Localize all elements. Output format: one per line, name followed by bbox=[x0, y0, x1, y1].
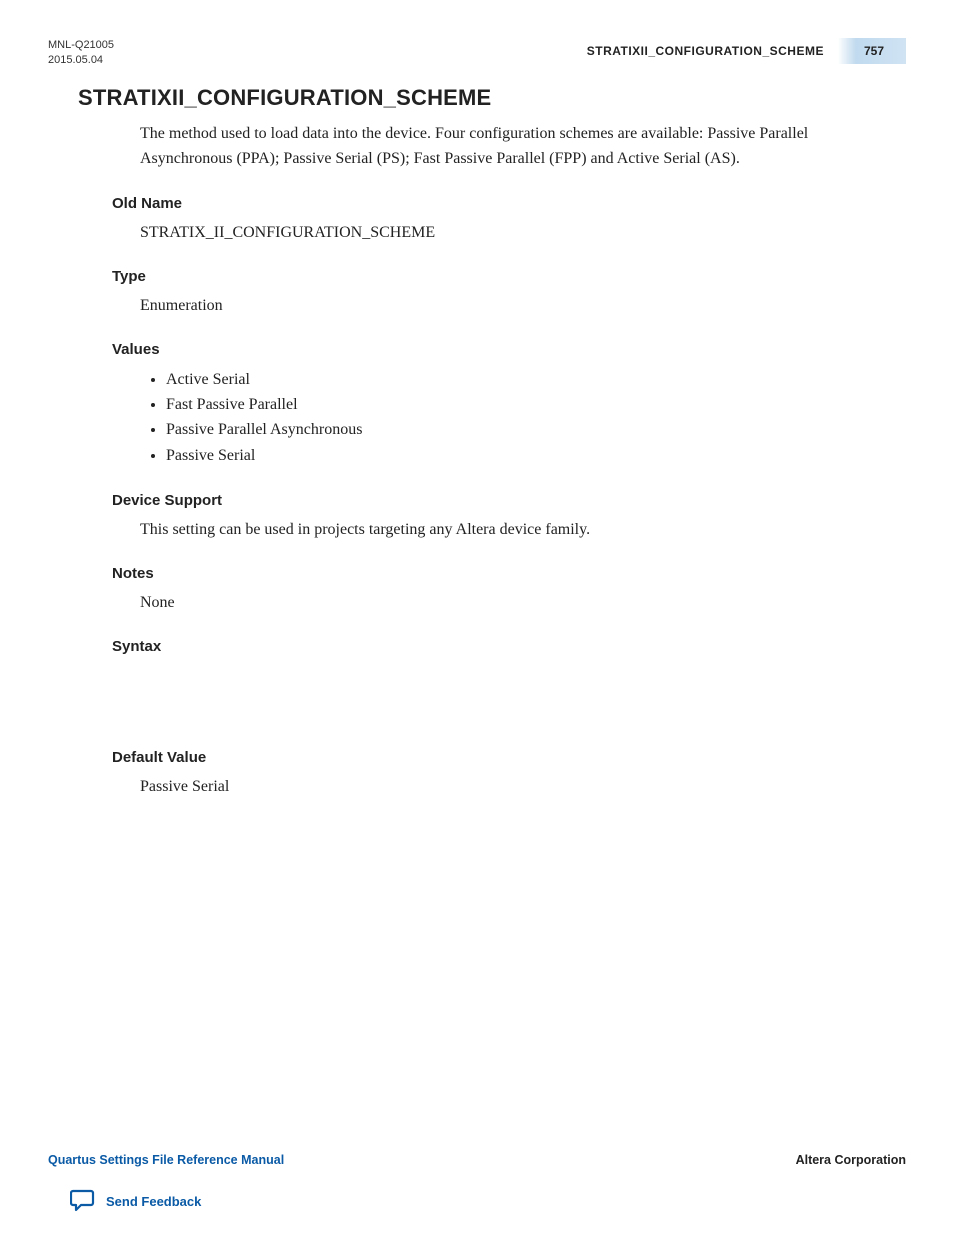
list-item: Active Serial bbox=[166, 367, 876, 392]
section-heading: Default Value bbox=[112, 747, 876, 769]
section-heading: Device Support bbox=[112, 490, 876, 512]
page-header: MNL-Q21005 2015.05.04 STRATIXII_CONFIGUR… bbox=[48, 38, 906, 69]
doc-code: MNL-Q21005 bbox=[48, 38, 114, 53]
section-body: Passive Serial bbox=[140, 775, 876, 798]
section-heading: Notes bbox=[112, 563, 876, 585]
content-area: STRATIXII_CONFIGURATION_SCHEME The metho… bbox=[78, 82, 876, 820]
page-number-badge: 757 bbox=[838, 38, 906, 64]
header-right: STRATIXII_CONFIGURATION_SCHEME 757 bbox=[587, 38, 906, 64]
section-notes: Notes None bbox=[78, 563, 876, 614]
send-feedback-link[interactable]: Send Feedback bbox=[70, 1188, 201, 1215]
section-values: Values Active Serial Fast Passive Parall… bbox=[78, 339, 876, 468]
speech-bubble-icon bbox=[70, 1188, 96, 1215]
section-body: Enumeration bbox=[140, 294, 876, 317]
values-list: Active Serial Fast Passive Parallel Pass… bbox=[166, 367, 876, 468]
section-heading: Type bbox=[112, 266, 876, 288]
page-footer: Quartus Settings File Reference Manual A… bbox=[48, 1153, 906, 1167]
doc-meta: MNL-Q21005 2015.05.04 bbox=[48, 38, 114, 69]
section-body: STRATIX_II_CONFIGURATION_SCHEME bbox=[140, 221, 876, 244]
section-device-support: Device Support This setting can be used … bbox=[78, 490, 876, 541]
feedback-label: Send Feedback bbox=[106, 1194, 201, 1209]
manual-title-link[interactable]: Quartus Settings File Reference Manual bbox=[48, 1153, 284, 1167]
section-old-name: Old Name STRATIX_II_CONFIGURATION_SCHEME bbox=[78, 193, 876, 244]
page-title: STRATIXII_CONFIGURATION_SCHEME bbox=[78, 82, 876, 114]
section-body: This setting can be used in projects tar… bbox=[140, 518, 876, 541]
section-heading: Old Name bbox=[112, 193, 876, 215]
section-heading: Values bbox=[112, 339, 876, 361]
running-title: STRATIXII_CONFIGURATION_SCHEME bbox=[587, 38, 838, 64]
section-syntax: Syntax bbox=[78, 636, 876, 658]
list-item: Fast Passive Parallel bbox=[166, 392, 876, 417]
list-item: Passive Serial bbox=[166, 443, 876, 468]
section-default-value: Default Value Passive Serial bbox=[78, 747, 876, 798]
doc-date: 2015.05.04 bbox=[48, 53, 114, 68]
section-type: Type Enumeration bbox=[78, 266, 876, 317]
list-item: Passive Parallel Asynchronous bbox=[166, 417, 876, 442]
section-body: None bbox=[140, 591, 876, 614]
description-text: The method used to load data into the de… bbox=[140, 122, 876, 172]
section-heading: Syntax bbox=[112, 636, 876, 658]
company-name: Altera Corporation bbox=[796, 1153, 906, 1167]
